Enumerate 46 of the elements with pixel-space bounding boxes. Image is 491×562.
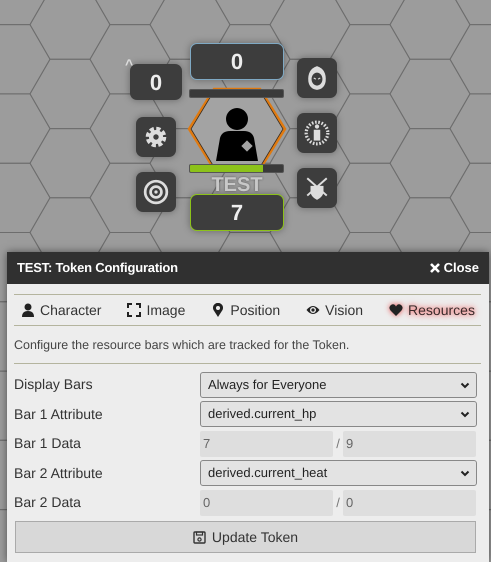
hooded-figure-button[interactable] xyxy=(297,58,337,98)
chevron-down-icon[interactable] xyxy=(460,380,470,388)
separator-text: / xyxy=(335,494,341,512)
person-icon[interactable] xyxy=(21,303,35,317)
tab[interactable]: Character xyxy=(19,300,104,320)
frame-icon[interactable] xyxy=(127,303,142,317)
target-icon[interactable] xyxy=(143,179,169,205)
separator-text: / xyxy=(335,434,341,453)
select-field[interactable]: derived.current_heat xyxy=(200,460,477,486)
field-label: Bar 1 Data xyxy=(14,434,82,453)
save-icon[interactable] xyxy=(192,530,206,544)
radiant-figure-icon[interactable] xyxy=(304,120,330,146)
target-button[interactable] xyxy=(136,172,176,212)
chevron-down-icon[interactable] xyxy=(460,469,470,477)
input-field[interactable]: 0 xyxy=(343,490,476,516)
select-field[interactable]: derived.current_hp xyxy=(200,401,477,427)
bar-value-bubble[interactable]: 7 xyxy=(190,194,284,231)
chevron-down-icon[interactable] xyxy=(460,410,470,418)
gear-icon[interactable] xyxy=(143,124,169,150)
field-label: Bar 2 Data xyxy=(14,493,82,512)
close-button[interactable]: Close xyxy=(428,258,479,278)
select-field[interactable]: Always for Everyone xyxy=(200,372,477,398)
field-label: Bar 1 Attribute xyxy=(14,404,104,424)
tab[interactable]: Position xyxy=(209,300,282,320)
radiant-figure-button[interactable] xyxy=(297,113,337,153)
field-label: Bar 2 Attribute xyxy=(14,464,104,482)
dialog-title: TEST: Token Configuration xyxy=(17,259,178,278)
close-icon[interactable] xyxy=(428,262,441,274)
tab[interactable]: Resources xyxy=(387,300,477,320)
input-field[interactable]: 9 xyxy=(343,430,476,456)
gear-button[interactable] xyxy=(136,117,176,157)
map-pin-icon[interactable] xyxy=(211,303,226,317)
tab[interactable]: Image xyxy=(125,300,188,320)
token-name: TEST xyxy=(210,174,264,196)
heart-icon[interactable] xyxy=(389,303,404,317)
input-field[interactable]: 7 xyxy=(200,430,333,456)
bar-value-bubble[interactable]: 0 xyxy=(130,64,182,100)
bar-value-bubble[interactable]: 0 xyxy=(190,43,284,80)
tab[interactable]: Vision xyxy=(304,300,366,320)
sword-and-shield-button[interactable] xyxy=(297,168,337,208)
update-button[interactable]: Update Token xyxy=(15,521,476,554)
eye-icon[interactable] xyxy=(306,303,320,317)
description-text: Configure the resource bars which are tracked for the Token. xyxy=(14,326,481,364)
input-field[interactable]: 0 xyxy=(200,490,333,516)
field-label: Display Bars xyxy=(14,375,94,394)
sword-and-shield-icon[interactable] xyxy=(304,175,330,201)
